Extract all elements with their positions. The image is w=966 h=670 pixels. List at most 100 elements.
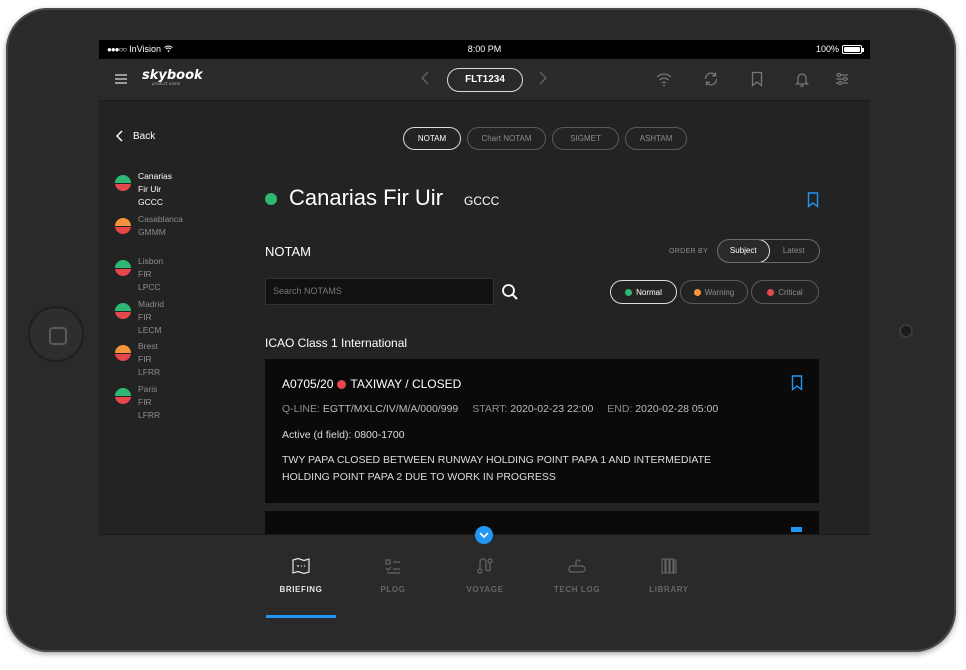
normal-dot-icon [625,288,633,296]
search-input[interactable]: Search NOTAMS [265,278,494,305]
checklist-icon [385,559,400,574]
fir-code: LPCC [138,282,161,293]
filter-critical[interactable]: Critical [751,280,819,304]
app-logo: skybook product name [142,68,203,86]
route-icon [477,558,493,574]
tab-tech-log[interactable]: TECH LOG [542,557,612,594]
battery-icon [842,44,864,54]
status-bar: ●●●○○ InVision 8:00 PM 100% [99,40,870,59]
notification-bell-icon[interactable] [793,70,811,88]
home-button[interactable] [28,306,84,362]
fir-status-dot [115,387,131,404]
start-value: 2020-02-23 22:00 [510,403,594,415]
page-title: Canarias Fir Uir [289,185,444,210]
order-by-label: ORDER BY [669,248,708,255]
clock: 8:00 PM [467,44,502,54]
notam-meta: Q-LINE: EGTT/MXLC/IV/M/A/000/999 START: … [282,403,718,415]
tab-library[interactable]: LIBRARY [634,557,704,594]
next-flight-chevron-icon[interactable] [539,71,547,90]
notam-heading: A0705/20 TAXIWAY / CLOSED [282,377,461,391]
notam-subject: TAXIWAY / CLOSED [350,377,462,391]
tab-voyage[interactable]: VOYAGE [450,557,520,594]
end-value: 2020-02-28 05:00 [635,403,719,415]
fir-status-dot [115,260,131,277]
expand-chevron-icon[interactable] [475,526,493,544]
fir-status-indicator [265,193,277,205]
end-label: END: [607,403,633,415]
critical-dot-icon [767,288,775,296]
sync-icon[interactable] [702,70,720,88]
fir-status-dot [115,217,131,234]
library-icon [661,558,677,574]
fir-code: GCCC [138,197,164,207]
warning-dot-icon [693,288,701,296]
fir-name: Lisbon FIR [138,256,164,280]
fir-bookmark-icon[interactable] [807,192,819,213]
notam-body: TWY PAPA CLOSED BETWEEN RUNWAY HOLDING P… [282,454,712,483]
filter-warning-label: Warning [704,287,735,297]
app-screen: ●●●○○ InVision 8:00 PM 100% skybook prod… [99,40,870,620]
settings-sliders-icon[interactable] [833,70,851,88]
order-by-toggle: Subject Latest [717,239,820,263]
hamburger-menu-icon[interactable] [115,74,127,84]
tab-briefing[interactable]: BRIEFING [266,557,336,594]
notam-bookmark-icon[interactable] [791,375,803,396]
fir-name: Madrid FIR [138,298,164,322]
tab-ashtam[interactable]: ASHTAM [625,127,687,150]
fir-name: Casablanca [138,213,183,224]
qline-value: EGTT/MXLC/IV/M/A/000/999 [322,403,459,415]
tab-tech-log-label: TECH LOG [553,585,601,594]
fir-code: GMMM [138,226,166,237]
tab-plog-label: PLOG [380,585,406,594]
tab-plog[interactable]: PLOG [358,557,428,594]
notam-card[interactable]: A0705/20 TAXIWAY / CLOSED Q-LINE: EGTT/M… [265,359,819,503]
battery-percent: 100% [815,44,839,54]
back-button[interactable]: Back [116,130,155,142]
tab-briefing-label: BRIEFING [279,585,323,594]
qline-label: Q-LINE: [282,403,320,415]
bottom-tab-bar: BRIEFING PLOG VOYAGE TECH LOG LIBRARY [99,534,870,620]
map-icon [292,557,310,575]
connectivity-icon[interactable] [655,70,673,88]
fir-code: LFRR [138,409,161,420]
tab-chart-notam[interactable]: Chart NOTAM [467,127,546,150]
back-chevron-icon [116,130,123,142]
fir-status-dot [115,345,131,362]
engine-icon [568,559,586,573]
critical-status-dot [337,379,347,389]
severity-filters: Normal Warning Critical [610,280,819,304]
fir-code: LFRR [138,367,161,378]
fir-status-dot [115,302,131,319]
camera [899,324,913,338]
tab-voyage-label: VOYAGE [466,585,504,594]
filter-warning[interactable]: Warning [680,280,748,304]
tab-library-label: LIBRARY [649,585,689,594]
notam-id: A0705/20 [282,377,334,391]
notam-type-tabs: NOTAM Chart NOTAM SIGMET ASHTAM [403,127,687,150]
tab-sigmet[interactable]: SIGMET [552,127,619,150]
bookmark-icon[interactable] [748,70,766,88]
tab-notam[interactable]: NOTAM [403,127,461,150]
fir-name: Canarias Fir Uir [138,171,173,194]
order-subject-option[interactable]: Subject [718,240,770,262]
search-icon[interactable] [501,283,519,306]
order-latest-option[interactable]: Latest [769,240,820,262]
notam-group-title: ICAO Class 1 International [265,336,408,350]
page-title-code: GCCC [464,194,500,208]
top-bar: skybook product name FLT1234 [99,59,870,101]
fir-name: Brest FIR [138,341,158,365]
fir-name: Paris FIR [138,383,158,407]
fir-status-dot [115,175,131,191]
filter-critical-label: Critical [778,287,803,297]
active-tab-indicator [266,615,336,618]
flight-selector[interactable]: FLT1234 [447,68,523,92]
back-label: Back [133,130,156,142]
start-label: START: [472,403,508,415]
notam-section-title: NOTAM [265,244,311,259]
prev-flight-chevron-icon[interactable] [421,71,429,90]
notam-active-period: Active (d field): 0800-1700 [282,429,405,441]
filter-normal-label: Normal [636,287,662,297]
notam-bookmark-icon[interactable] [791,527,802,532]
fir-code: LECM [138,324,162,335]
filter-normal[interactable]: Normal [610,280,677,304]
